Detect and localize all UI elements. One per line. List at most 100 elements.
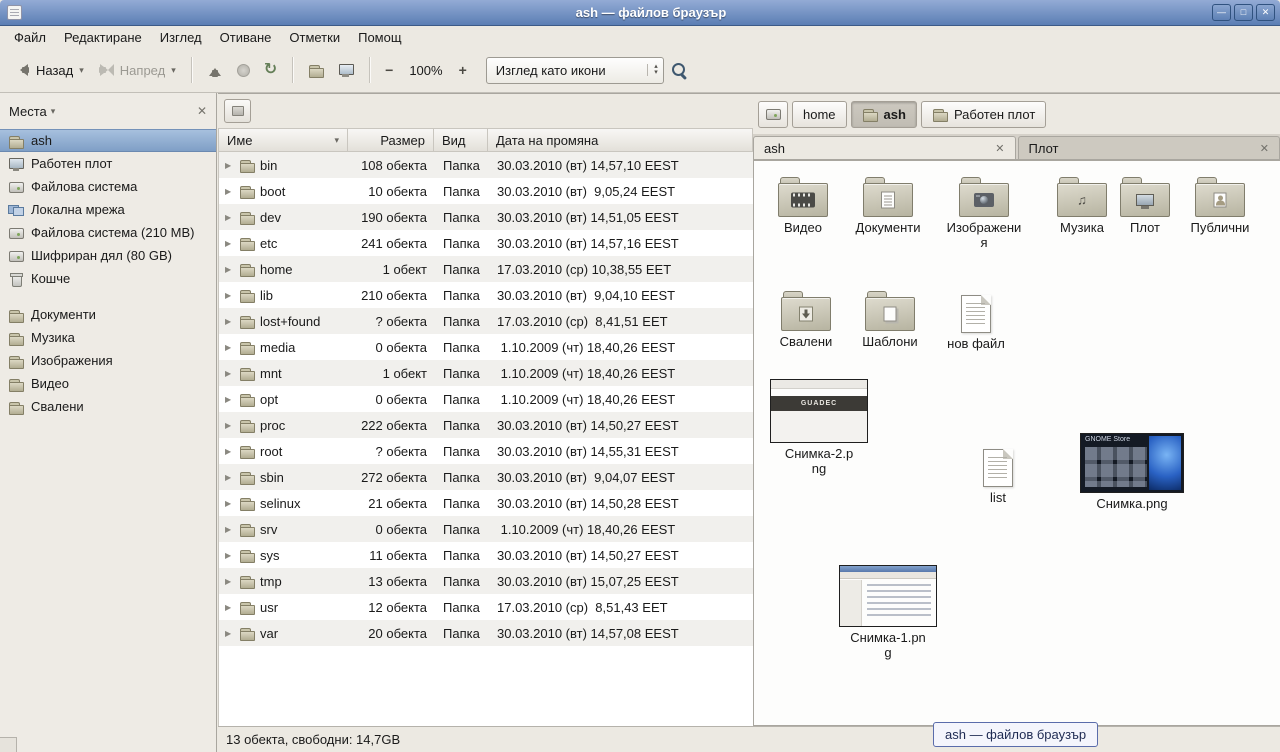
tree-row[interactable]: ▶home1 обектПапка17.03.2010 (ср) 10,38,5… — [219, 256, 753, 282]
expander-icon[interactable]: ▶ — [225, 421, 234, 430]
menu-item[interactable]: Отиване — [211, 28, 281, 47]
view-mode-select[interactable]: Изглед като икони ▴ ▾ — [486, 57, 664, 84]
expander-icon[interactable]: ▶ — [225, 525, 234, 534]
pathbar-button[interactable]: Работен плот — [921, 101, 1046, 128]
zoom-out-button[interactable]: − — [378, 57, 400, 83]
minimize-button[interactable]: — — [1212, 4, 1231, 21]
sidebar-item[interactable]: Локална мрежа — [0, 198, 216, 221]
menu-item[interactable]: Помощ — [349, 28, 410, 47]
side-pane-toggle-button[interactable] — [224, 99, 251, 123]
column-header-date[interactable]: Дата на промяна — [488, 128, 753, 152]
tree-row[interactable]: ▶usr12 обектаПапка17.03.2010 (ср) 8,51,4… — [219, 594, 753, 620]
tree-row[interactable]: ▶opt0 обектаПапка 1.10.2009 (чт) 18,40,2… — [219, 386, 753, 412]
sidebar-item[interactable]: ash — [0, 129, 216, 152]
menu-item[interactable]: Файл — [5, 28, 55, 47]
back-history-caret-icon[interactable]: ▾ — [79, 65, 84, 76]
expander-icon[interactable]: ▶ — [225, 447, 234, 456]
expander-icon[interactable]: ▶ — [225, 603, 234, 612]
sidebar-item[interactable]: Работен плот — [0, 152, 216, 175]
menu-item[interactable]: Отметки — [280, 28, 349, 47]
expander-icon[interactable]: ▶ — [225, 629, 234, 638]
sidebar-item[interactable]: Свалени — [0, 395, 216, 418]
expander-icon[interactable]: ▶ — [225, 161, 234, 170]
tree-row[interactable]: ▶root? обектаПапка30.03.2010 (вт) 14,55,… — [219, 438, 753, 464]
reload-button[interactable]: ↻ — [257, 58, 284, 82]
expander-icon[interactable]: ▶ — [225, 213, 234, 222]
sidebar-item[interactable]: Изображения — [0, 349, 216, 372]
sidebar-item[interactable]: Видео — [0, 372, 216, 395]
search-button[interactable] — [664, 57, 695, 84]
icon-view-item[interactable]: нов файл — [936, 295, 1016, 352]
icon-view-item[interactable]: Свалени — [764, 291, 848, 350]
tree-row[interactable]: ▶lib210 обектаПапка30.03.2010 (вт) 9,04,… — [219, 282, 753, 308]
tab-close-icon[interactable]: ✕ — [995, 142, 1004, 155]
tree-row[interactable]: ▶tmp13 обектаПапка30.03.2010 (вт) 15,07,… — [219, 568, 753, 594]
menu-item[interactable]: Редактиране — [55, 28, 151, 47]
forward-button[interactable]: Напред ▾ — [91, 58, 183, 83]
stop-button[interactable] — [230, 59, 257, 82]
tree-row[interactable]: ▶dev190 обектаПапка30.03.2010 (вт) 14,51… — [219, 204, 753, 230]
expander-icon[interactable]: ▶ — [225, 291, 234, 300]
sidebar-item[interactable]: Шифриран дял (80 GB) — [0, 244, 216, 267]
tab[interactable]: Плот✕ — [1018, 136, 1280, 159]
maximize-button[interactable]: □ — [1234, 4, 1253, 21]
tree-row[interactable]: ▶proc222 обектаПапка30.03.2010 (вт) 14,5… — [219, 412, 753, 438]
up-button[interactable] — [200, 58, 230, 82]
tree-row[interactable]: ▶sys11 обектаПапка30.03.2010 (вт) 14,50,… — [219, 542, 753, 568]
spinner-icon[interactable]: ▴ ▾ — [647, 64, 658, 76]
close-button[interactable]: ✕ — [1256, 4, 1275, 21]
pathbar-root-button[interactable] — [758, 101, 788, 128]
icon-view[interactable]: ВидеоДокументиИзображения♫МузикаПлотПубл… — [753, 160, 1280, 726]
tree-row[interactable]: ▶lost+found? обектаПапка17.03.2010 (ср) … — [219, 308, 753, 334]
tab[interactable]: ash✕ — [753, 136, 1016, 159]
icon-view-item[interactable]: Документи — [844, 177, 932, 236]
column-header-size[interactable]: Размер — [348, 128, 434, 152]
icon-view-item[interactable]: Плот — [1110, 177, 1180, 236]
expander-icon[interactable]: ▶ — [225, 473, 234, 482]
menu-item[interactable]: Изглед — [151, 28, 211, 47]
tree-row[interactable]: ▶sbin272 обектаПапка30.03.2010 (вт) 9,04… — [219, 464, 753, 490]
places-caret-icon[interactable]: ▾ — [51, 106, 56, 117]
tree-row[interactable]: ▶etc241 обектаПапка30.03.2010 (вт) 14,57… — [219, 230, 753, 256]
expander-icon[interactable]: ▶ — [225, 265, 234, 274]
expander-icon[interactable]: ▶ — [225, 499, 234, 508]
tree-row[interactable]: ▶boot10 обектаПапка30.03.2010 (вт) 9,05,… — [219, 178, 753, 204]
tree-row[interactable]: ▶mnt1 обектПапка 1.10.2009 (чт) 18,40,26… — [219, 360, 753, 386]
expander-icon[interactable]: ▶ — [225, 343, 234, 352]
places-label[interactable]: Места — [9, 104, 47, 119]
pathbar-button[interactable]: ash — [851, 101, 917, 128]
close-sidebar-button[interactable]: ✕ — [197, 104, 207, 118]
expander-icon[interactable]: ▶ — [225, 317, 234, 326]
expander-icon[interactable]: ▶ — [225, 577, 234, 586]
expander-icon[interactable]: ▶ — [225, 369, 234, 378]
expander-icon[interactable]: ▶ — [225, 239, 234, 248]
resize-grip[interactable] — [0, 737, 17, 752]
icon-view-item[interactable]: Снимка-1.png — [830, 565, 946, 661]
sidebar-item[interactable]: Файлова система (210 MB) — [0, 221, 216, 244]
tab-close-icon[interactable]: ✕ — [1260, 142, 1269, 155]
back-button[interactable]: Назад ▾ — [7, 58, 91, 83]
icon-view-item[interactable]: Шаблони — [848, 291, 932, 350]
column-header-name[interactable]: Име ▾ — [218, 128, 348, 152]
home-button[interactable] — [301, 57, 331, 83]
sidebar-item[interactable]: Кошче — [0, 267, 216, 290]
tree-row[interactable]: ▶var20 обектаПапка30.03.2010 (вт) 14,57,… — [219, 620, 753, 646]
icon-view-item[interactable]: GUADECСнимка-2.png — [766, 379, 872, 477]
tree-row[interactable]: ▶selinux21 обектаПапка30.03.2010 (вт) 14… — [219, 490, 753, 516]
column-header-type[interactable]: Вид — [434, 128, 488, 152]
sidebar-item[interactable]: Музика — [0, 326, 216, 349]
sidebar-item[interactable]: Файлова система — [0, 175, 216, 198]
pathbar-button[interactable]: home — [792, 101, 847, 128]
icon-view-item[interactable]: Изображения — [938, 177, 1030, 251]
sidebar-item[interactable]: Документи — [0, 303, 216, 326]
expander-icon[interactable]: ▶ — [225, 187, 234, 196]
expander-icon[interactable]: ▶ — [225, 395, 234, 404]
zoom-in-button[interactable]: + — [452, 57, 474, 83]
icon-view-item[interactable]: GNOME StoreСнимка.png — [1074, 433, 1190, 512]
icon-view-item[interactable]: Видео — [762, 177, 844, 236]
tree-row[interactable]: ▶srv0 обектаПапка 1.10.2009 (чт) 18,40,2… — [219, 516, 753, 542]
tree-row[interactable]: ▶bin108 обектаПапка30.03.2010 (вт) 14,57… — [219, 152, 753, 178]
expander-icon[interactable]: ▶ — [225, 551, 234, 560]
titlebar[interactable]: ash — файлов браузър — □ ✕ — [0, 0, 1280, 26]
computer-button[interactable] — [331, 57, 361, 83]
